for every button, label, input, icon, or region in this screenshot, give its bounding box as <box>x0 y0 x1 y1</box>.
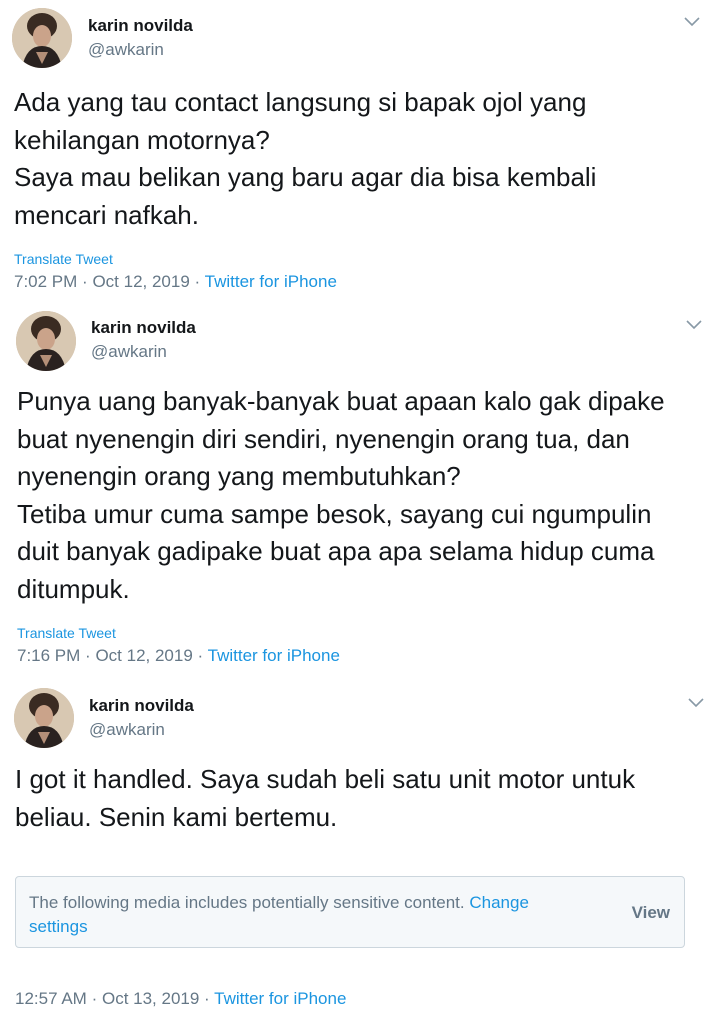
tweet-source[interactable]: Twitter for iPhone <box>205 272 337 291</box>
display-name[interactable]: karin novilda <box>91 318 196 338</box>
tweet-line: Ada yang tau contact langsung si bapak o… <box>14 87 587 117</box>
translate-tweet-link[interactable]: Translate Tweet <box>14 251 113 267</box>
separator: · <box>204 989 210 1008</box>
tweet-text: Punya uang banyak-banyak buat apaan kalo… <box>17 383 665 608</box>
chevron-down-icon[interactable] <box>684 17 700 27</box>
tweet-line: nyenengin orang yang membutuhkan? <box>17 461 461 491</box>
tweet-date[interactable]: Oct 12, 2019 <box>92 272 189 291</box>
tweet-text: I got it handled. Saya sudah beli satu u… <box>15 761 635 836</box>
translate-tweet-link[interactable]: Translate Tweet <box>17 625 116 641</box>
tweet-time[interactable]: 12:57 AM <box>15 989 87 1008</box>
tweet-meta: 7:02 PM · Oct 12, 2019 · Twitter for iPh… <box>14 272 337 292</box>
tweet-date[interactable]: Oct 13, 2019 <box>102 989 199 1008</box>
tweet-line: Punya uang banyak-banyak buat apaan kalo… <box>17 386 665 416</box>
sensitive-media-warning: The following media includes potentially… <box>15 876 685 948</box>
tweet-line: Tetiba umur cuma sampe besok, sayang cui… <box>17 498 652 529</box>
tweet-source[interactable]: Twitter for iPhone <box>208 646 340 665</box>
tweet-text: Ada yang tau contact langsung si bapak o… <box>14 84 596 234</box>
view-button[interactable]: View <box>632 903 670 923</box>
tweet-date[interactable]: Oct 12, 2019 <box>95 646 192 665</box>
tweet-line: duit banyak gadipake buat apa apa selama… <box>17 536 655 566</box>
separator: · <box>91 989 98 1008</box>
display-name[interactable]: karin novilda <box>88 16 193 36</box>
tweet-line: Saya mau belikan yang baru agar dia bisa… <box>14 162 597 192</box>
display-name[interactable]: karin novilda <box>89 696 194 716</box>
avatar[interactable] <box>12 8 72 68</box>
avatar[interactable] <box>16 311 76 371</box>
chevron-down-icon[interactable] <box>686 320 702 330</box>
separator: · <box>82 272 88 291</box>
tweet-line: buat nyenengin diri sendiri, nyenengin o… <box>17 423 630 454</box>
separator: · <box>197 646 204 665</box>
user-handle[interactable]: @awkarin <box>91 342 167 362</box>
tweet-line: beliau. Senin kami bertemu. <box>15 801 338 832</box>
tweet-source[interactable]: Twitter for iPhone <box>214 989 346 1008</box>
tweet-line: I got it handled. Saya sudah beli satu u… <box>15 764 636 794</box>
tweet-meta: 7:16 PM · Oct 12, 2019 · Twitter for iPh… <box>17 646 340 666</box>
tweet-time[interactable]: 7:16 PM <box>17 646 80 665</box>
sensitive-media-text: The following media includes potentially… <box>29 893 465 912</box>
user-handle[interactable]: @awkarin <box>89 720 165 740</box>
tweet-time[interactable]: 7:02 PM <box>14 272 77 291</box>
user-handle[interactable]: @awkarin <box>88 40 164 60</box>
sensitive-media-message: The following media includes potentially… <box>29 891 569 939</box>
separator: · <box>194 272 201 291</box>
tweet-line: kehilangan motornya? <box>14 124 270 155</box>
avatar[interactable] <box>14 688 74 748</box>
tweet-line: mencari nafkah. <box>14 199 199 230</box>
tweet-line: ditumpuk. <box>17 573 130 604</box>
chevron-down-icon[interactable] <box>688 698 704 708</box>
tweet-meta: 12:57 AM · Oct 13, 2019 · Twitter for iP… <box>15 989 346 1009</box>
separator: · <box>85 646 91 665</box>
